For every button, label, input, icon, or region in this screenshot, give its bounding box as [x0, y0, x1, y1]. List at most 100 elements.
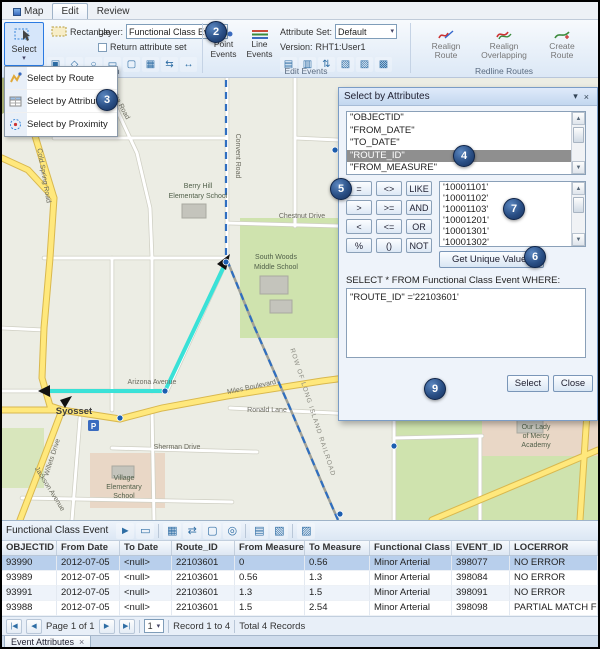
- callout-2: 2: [205, 21, 227, 43]
- value-item[interactable]: '10001302': [440, 237, 571, 246]
- values-scrollbar[interactable]: ▲ ▼: [571, 182, 585, 246]
- operator-parens-button[interactable]: (): [376, 238, 402, 253]
- toolbar-separator: [292, 524, 293, 538]
- scroll-down-icon[interactable]: ▼: [572, 161, 585, 174]
- dialog-select-button[interactable]: Select: [507, 375, 549, 392]
- operator-gt-button[interactable]: >: [346, 200, 372, 215]
- column-header-event-id[interactable]: EVENT_ID: [452, 541, 510, 555]
- pagination-separator: [234, 620, 235, 633]
- map-label: Elementary: [106, 484, 142, 491]
- map-tab-icon: [13, 8, 21, 16]
- rectangle-select-icon[interactable]: ▭: [136, 523, 154, 539]
- callout-4: 4: [453, 145, 475, 167]
- column-header-locerror[interactable]: LOCERROR: [510, 541, 598, 555]
- field-item[interactable]: "FROM_DATE": [347, 125, 571, 138]
- rectangle-tool-icon: [51, 26, 67, 37]
- table-cell: 93989: [2, 571, 57, 586]
- tab-edit[interactable]: Edit: [52, 3, 87, 19]
- where-clause-input[interactable]: "ROUTE_ID" ='22103601': [346, 288, 586, 358]
- operator-or-button[interactable]: OR: [406, 219, 432, 234]
- column-header-from-measure[interactable]: From Measure: [235, 541, 305, 555]
- tab-close-icon[interactable]: ×: [79, 637, 84, 647]
- column-header-route-id[interactable]: Route_ID: [172, 541, 235, 555]
- edit-attributes-icon[interactable]: ▨: [297, 523, 315, 539]
- column-header-functional-class[interactable]: Functional Class: [370, 541, 452, 555]
- operator-and-button[interactable]: AND: [406, 200, 432, 215]
- parking-icon: P: [88, 420, 99, 431]
- last-page-button[interactable]: ▶|: [119, 619, 135, 634]
- realign-route-button[interactable]: Realign Route: [420, 22, 472, 66]
- column-header-objectid[interactable]: OBJECTID: [2, 541, 57, 555]
- line-events-button[interactable]: Line Events: [243, 22, 276, 66]
- field-item[interactable]: "OBJECTID": [347, 112, 571, 125]
- column-header-to-measure[interactable]: To Measure: [305, 541, 370, 555]
- table-cell: <null>: [120, 571, 172, 586]
- dialog-menu-caret-icon[interactable]: ▾: [570, 91, 581, 102]
- clear-selection-icon[interactable]: ▢: [203, 523, 221, 539]
- column-header-to-date[interactable]: To Date: [120, 541, 172, 555]
- table-row[interactable]: 93988 2012-07-05 <null> 22103601 1.5 2.5…: [2, 601, 598, 616]
- tab-review[interactable]: Review: [88, 3, 139, 19]
- prev-page-button[interactable]: ◀: [26, 619, 42, 634]
- zoom-to-selection-icon[interactable]: ◎: [223, 523, 241, 539]
- dialog-close-icon[interactable]: ×: [581, 92, 592, 102]
- map-label: Sherman Drive: [154, 444, 201, 451]
- application-window: Map Edit Review Select ▾ Rectangle Layer…: [0, 0, 600, 649]
- attribute-set-value: Default: [338, 27, 367, 37]
- map-label: of Mercy: [523, 433, 550, 440]
- record-range-text: Record 1 to 4: [173, 621, 230, 632]
- dialog-close-button[interactable]: Close: [553, 375, 593, 392]
- operator-notequal-button[interactable]: <>: [376, 181, 402, 196]
- operator-lt-button[interactable]: <: [346, 219, 372, 234]
- menu-item-select-by-route[interactable]: Select by Route: [5, 67, 117, 90]
- scroll-up-icon[interactable]: ▲: [572, 112, 585, 125]
- operator-percent-button[interactable]: %: [346, 238, 372, 253]
- select-tool-button[interactable]: Select ▾: [4, 22, 44, 66]
- table-cell: 0.56: [235, 571, 305, 586]
- related-tables-icon[interactable]: ▤: [250, 523, 268, 539]
- chevron-down-icon: ▾: [22, 55, 26, 62]
- operator-buttons: = <> LIKE > >= AND < <= OR % () NOT: [346, 181, 432, 253]
- tab-event-attributes[interactable]: Event Attributes ×: [4, 636, 91, 648]
- operator-like-button[interactable]: LIKE: [406, 181, 432, 196]
- attribute-table-icon[interactable]: ▦: [163, 523, 181, 539]
- select-records-icon[interactable]: ►: [116, 523, 134, 539]
- menu-item-select-by-proximity[interactable]: Select by Proximity: [5, 113, 117, 136]
- table-cell: PARTIAL MATCH FOR THE TO-: [510, 601, 598, 616]
- value-item[interactable]: '10001301': [440, 226, 571, 237]
- realign-overlapping-icon: [496, 28, 512, 41]
- table-cell: <null>: [120, 601, 172, 616]
- operator-not-button[interactable]: NOT: [406, 238, 432, 253]
- fields-scrollbar[interactable]: ▲ ▼: [571, 112, 585, 174]
- table-header-row: OBJECTID From Date To Date Route_ID From…: [2, 541, 598, 556]
- scroll-up-icon[interactable]: ▲: [572, 182, 585, 195]
- operator-gte-button[interactable]: >=: [376, 200, 402, 215]
- table-row[interactable]: 93991 2012-07-05 <null> 22103601 1.3 1.5…: [2, 586, 598, 601]
- realign-overlapping-button[interactable]: Realign Overlapping: [475, 22, 533, 66]
- create-route-button[interactable]: Create Route: [536, 22, 588, 66]
- table-cell: 93990: [2, 556, 57, 571]
- table-cell: 1.3: [305, 571, 370, 586]
- table-cell: 1.5: [235, 601, 305, 616]
- table-row[interactable]: 93989 2012-07-05 <null> 22103601 0.56 1.…: [2, 571, 598, 586]
- table-cell: 398098: [452, 601, 510, 616]
- column-header-from-date[interactable]: From Date: [57, 541, 120, 555]
- table-row-selected[interactable]: 93990 2012-07-05 <null> 22103601 0 0.56 …: [2, 556, 598, 571]
- switch-selection-icon[interactable]: ⇄: [183, 523, 201, 539]
- scrollbar-thumb[interactable]: [573, 197, 584, 213]
- callout-3: 3: [96, 89, 118, 111]
- table-cell: 22103601: [172, 586, 235, 601]
- dialog-titlebar[interactable]: Select by Attributes ▾ ×: [339, 88, 597, 106]
- attribute-set-dropdown[interactable]: Default ▾: [335, 24, 397, 39]
- return-attribute-set-checkbox[interactable]: [98, 43, 107, 52]
- page-size-dropdown[interactable]: 1 ▾: [144, 619, 165, 633]
- table-cell: <null>: [120, 586, 172, 601]
- next-page-button[interactable]: ▶: [99, 619, 115, 634]
- field-view-icon[interactable]: ▧: [270, 523, 288, 539]
- operator-lte-button[interactable]: <=: [376, 219, 402, 234]
- scroll-down-icon[interactable]: ▼: [572, 233, 585, 246]
- first-page-button[interactable]: |◀: [6, 619, 22, 634]
- value-item[interactable]: '10001101': [440, 182, 571, 193]
- scrollbar-thumb[interactable]: [573, 127, 584, 143]
- tab-map[interactable]: Map: [4, 3, 52, 19]
